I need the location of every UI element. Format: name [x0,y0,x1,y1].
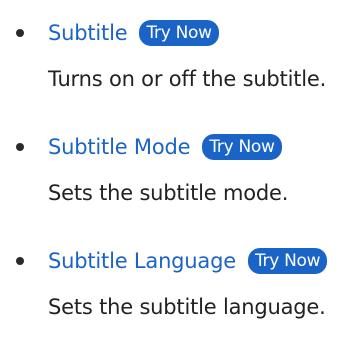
try-now-button[interactable]: Try Now [247,248,328,274]
item-title-row: Subtitle Try Now [48,18,219,48]
subtitle-language-link[interactable]: Subtitle Language [48,249,236,273]
settings-list: Subtitle Try Now Turns on or off the sub… [0,0,364,342]
bullet-icon [16,143,24,151]
item-title-row: Subtitle Language Try Now [48,246,328,276]
item-description: Sets the subtitle mode. [48,181,289,205]
try-now-button[interactable]: Try Now [139,20,219,46]
try-now-button[interactable]: Try Now [202,134,282,160]
subtitle-mode-link[interactable]: Subtitle Mode [48,135,191,159]
subtitle-link[interactable]: Subtitle [48,21,128,45]
item-description: Sets the subtitle language. [48,295,326,319]
item-title-row: Subtitle Mode Try Now [48,132,282,162]
bullet-icon [16,257,24,265]
bullet-icon [16,29,24,37]
item-description: Turns on or off the subtitle. [48,67,327,91]
